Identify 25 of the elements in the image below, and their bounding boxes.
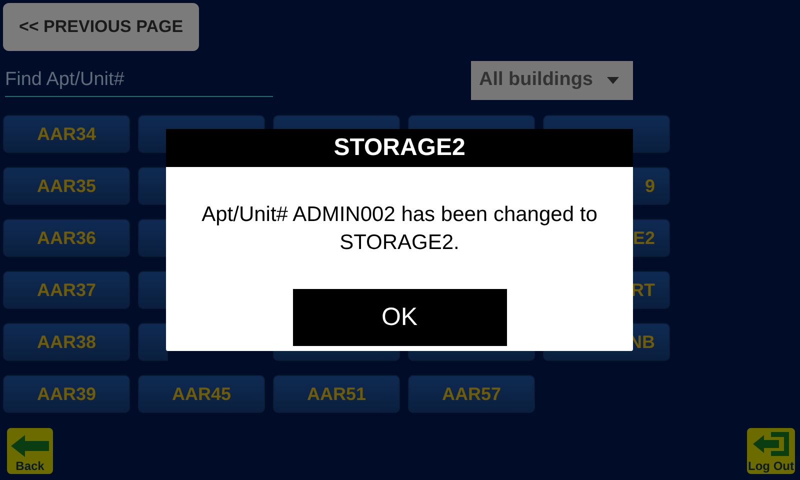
unit-button[interactable]: AAR39 bbox=[3, 375, 130, 413]
unit-button[interactable]: AAR57 bbox=[408, 375, 535, 413]
unit-button[interactable] bbox=[138, 323, 168, 361]
dialog-message: Apt/Unit# ADMIN002 has been changed to STORAGE2. bbox=[200, 202, 598, 255]
back-button[interactable]: Back bbox=[7, 428, 53, 474]
unit-button[interactable] bbox=[138, 167, 168, 205]
unit-button[interactable]: AAR51 bbox=[273, 375, 400, 413]
ok-button[interactable]: OK bbox=[292, 289, 506, 346]
unit-button[interactable] bbox=[138, 271, 168, 309]
unit-button[interactable]: AAR38 bbox=[3, 323, 130, 361]
unit-button[interactable]: AAR37 bbox=[3, 271, 130, 309]
left-arrow-icon bbox=[11, 435, 49, 457]
log-out-button[interactable]: Log Out bbox=[747, 428, 795, 474]
dialog-title: STORAGE2 bbox=[166, 129, 633, 167]
exit-door-icon bbox=[751, 431, 791, 457]
unit-button[interactable]: AAR45 bbox=[138, 375, 265, 413]
caret-icon bbox=[607, 76, 619, 84]
dropdown-value: All buildings bbox=[479, 69, 593, 91]
unit-button[interactable]: AAR35 bbox=[3, 167, 130, 205]
previous-page-button[interactable]: << PREVIOUS PAGE bbox=[3, 3, 199, 51]
unit-button[interactable] bbox=[138, 219, 168, 257]
search-field[interactable]: Find Apt/Unit# bbox=[5, 64, 273, 96]
unit-button[interactable]: AAR34 bbox=[3, 115, 130, 153]
building-dropdown[interactable]: All buildings bbox=[471, 60, 633, 100]
unit-button[interactable]: AAR36 bbox=[3, 219, 130, 257]
